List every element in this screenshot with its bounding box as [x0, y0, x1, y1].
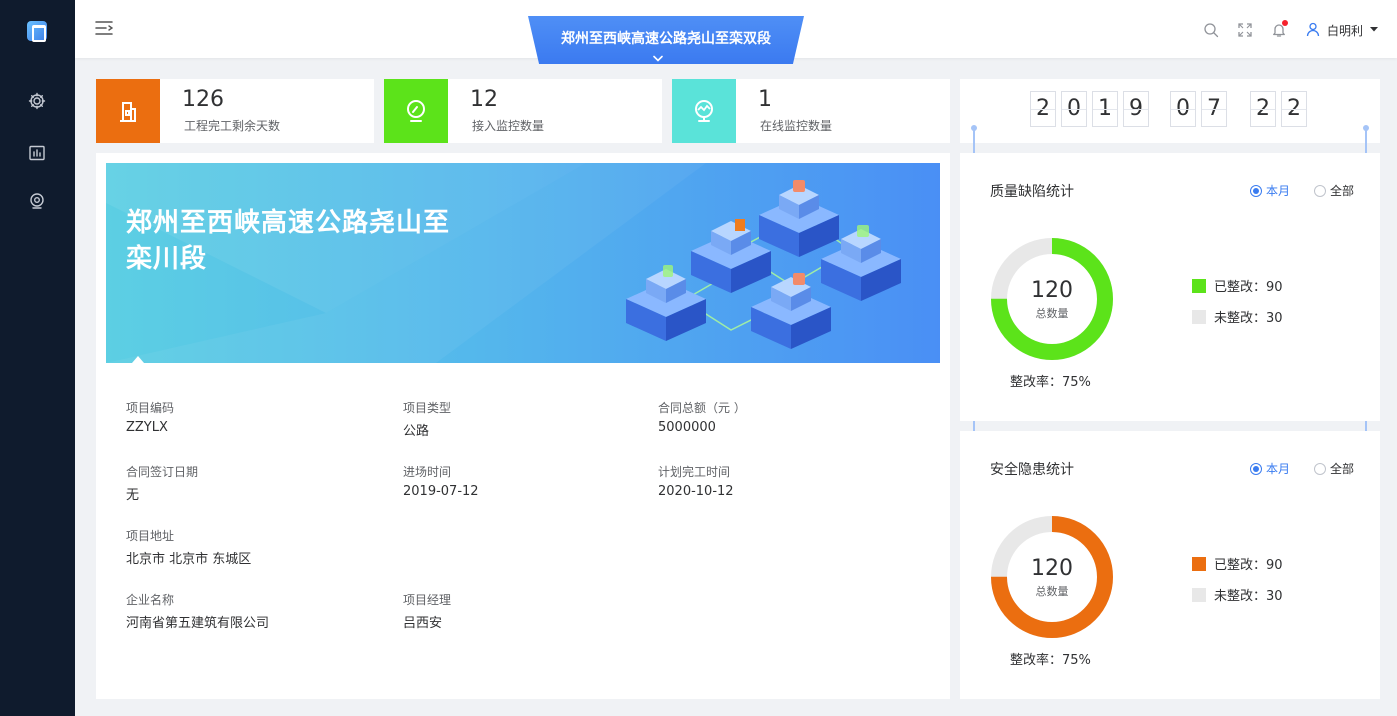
quality-defect-panel: 质量缺陷统计 本月 全部 120 总数量 整改率：75% 已整改：90 未整改：…	[960, 153, 1380, 421]
chevron-down-icon[interactable]	[653, 48, 663, 62]
field-project-address: 项目地址 北京市 北京市 东城区	[126, 529, 252, 567]
cube-block	[751, 273, 831, 349]
donut-center: 120 总数量	[990, 556, 1114, 599]
sidebar	[0, 0, 75, 716]
chart-icon[interactable]	[27, 143, 47, 163]
panel-title: 质量缺陷统计	[990, 184, 1074, 200]
field-contract-sign-date: 合同签订日期 无	[126, 465, 199, 503]
monitor-online-icon	[672, 79, 736, 143]
banner-title: 郑州至西峡高速公路尧山至栾川段	[126, 208, 451, 274]
user-avatar-icon	[1305, 21, 1321, 40]
donut-total: 120	[1031, 556, 1073, 581]
stat-value: 1	[758, 87, 772, 112]
donut-center: 120 总数量	[990, 278, 1114, 321]
field-project-manager: 项目经理 吕西安	[403, 593, 452, 631]
stat-value: 126	[182, 87, 224, 112]
date-digit: 9	[1123, 91, 1149, 127]
panel-title: 安全隐患统计	[990, 462, 1074, 478]
field-company-name: 企业名称 河南省第五建筑有限公司	[126, 593, 270, 631]
notification-dot	[1281, 20, 1288, 26]
date-digit: 0	[1061, 91, 1087, 127]
building-icon	[96, 79, 160, 143]
project-title-banner[interactable]: 郑州至西峡高速公路尧山至栾双段	[528, 16, 804, 64]
radio-all[interactable]: 全部	[1314, 182, 1354, 199]
radio-this-month[interactable]: 本月	[1250, 182, 1290, 199]
radio-all[interactable]: 全部	[1314, 460, 1354, 477]
date-digit: 2	[1281, 91, 1307, 127]
cube-block	[759, 180, 839, 257]
project-info-card: 郑州至西峡高速公路尧山至栾川段 项目编码 ZZYLX 项目类型 公路 合同总额（…	[96, 153, 950, 699]
user-name: 白明利	[1326, 23, 1363, 38]
stat-label: 在线监控数量	[760, 119, 833, 133]
isometric-blocks-illustration	[626, 180, 901, 349]
date-digit: 0	[1170, 91, 1196, 127]
search-icon[interactable]	[1203, 22, 1219, 38]
fix-rate: 整改率：75%	[1010, 375, 1091, 390]
stat-label: 工程完工剩余天数	[184, 119, 281, 133]
stat-card-remaining-days: 126 工程完工剩余天数	[96, 79, 374, 143]
field-planned-finish: 计划完工时间 2020-10-12	[658, 465, 734, 499]
fullscreen-icon[interactable]	[1237, 22, 1253, 38]
caret-down-icon	[1369, 23, 1379, 37]
field-project-code: 项目编码 ZZYLX	[126, 401, 175, 435]
monitor-icon[interactable]	[27, 191, 47, 211]
cube-block	[626, 265, 706, 341]
legend-unfixed: 未整改：30	[1192, 307, 1283, 326]
donut-total-label: 总数量	[1035, 307, 1069, 320]
fix-rate: 整改率：75%	[1010, 653, 1091, 668]
settings-gear-icon[interactable]	[27, 91, 47, 111]
date-digit: 1	[1092, 91, 1118, 127]
bell-icon[interactable]	[1271, 20, 1288, 38]
safety-hazard-panel: 安全隐患统计 本月 全部 120 总数量 整改率：75% 已整改：90 未整改：…	[960, 431, 1380, 699]
project-banner: 郑州至西峡高速公路尧山至栾川段	[106, 163, 940, 363]
legend-fixed: 已整改：90	[1192, 276, 1283, 295]
monitor-icon	[384, 79, 448, 143]
app-logo[interactable]	[27, 21, 47, 42]
project-title: 郑州至西峡高速公路尧山至栾双段	[561, 31, 771, 47]
stat-label: 接入监控数量	[472, 119, 545, 133]
donut-total-label: 总数量	[1035, 585, 1069, 598]
field-project-type: 项目类型 公路	[403, 401, 452, 439]
field-contract-amount: 合同总额（元 ） 5000000	[658, 401, 746, 435]
stat-card-connected-monitors: 12 接入监控数量	[384, 79, 662, 143]
date-digit: 2	[1250, 91, 1276, 127]
banner-notch	[132, 356, 144, 363]
date-digit: 2	[1030, 91, 1056, 127]
radio-this-month[interactable]: 本月	[1250, 460, 1290, 477]
date-digit: 7	[1201, 91, 1227, 127]
stat-card-online-monitors: 1 在线监控数量	[672, 79, 950, 143]
donut-total: 120	[1031, 278, 1073, 303]
user-menu[interactable]: 白明利	[1305, 21, 1379, 40]
legend-fixed: 已整改：90	[1192, 554, 1283, 573]
stat-value: 12	[470, 87, 498, 112]
legend-unfixed: 未整改：30	[1192, 585, 1283, 604]
field-entry-time: 进场时间 2019-07-12	[403, 465, 479, 499]
menu-toggle-icon[interactable]	[95, 19, 114, 37]
date-flip-card: 2 0 1 9 0 7 2 2	[960, 79, 1380, 143]
